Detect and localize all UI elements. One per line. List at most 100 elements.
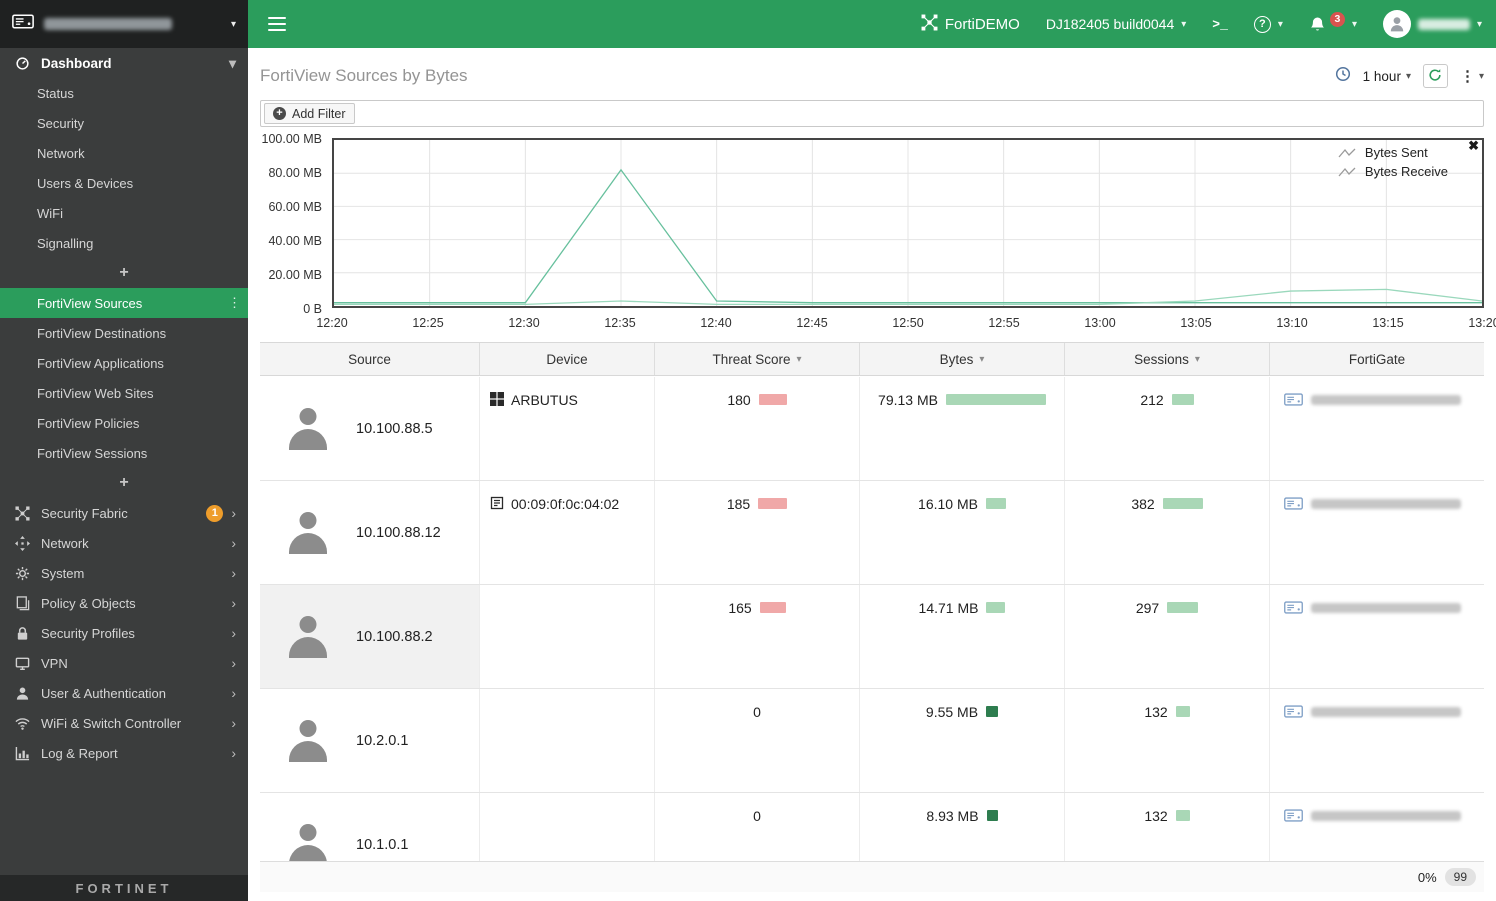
caret-down-icon: ▾ — [228, 55, 236, 71]
sidebar-item-fortiview-sources[interactable]: FortiView Sources ⋮ — [0, 288, 248, 318]
column-header-sessions[interactable]: Sessions ▾ — [1065, 343, 1270, 375]
sidebar-item-dashboard[interactable]: Dashboard ▾ — [0, 48, 248, 78]
add-filter-button[interactable]: + Add Filter — [264, 103, 355, 124]
x-tick-label: 13:10 — [1276, 316, 1308, 330]
device-name-redacted — [44, 18, 172, 30]
bar-chart-icon — [15, 746, 31, 761]
cli-icon: >_ — [1212, 16, 1228, 32]
source-cell: 10.100.88.5 — [260, 377, 480, 480]
sidebar-item-signalling[interactable]: Signalling — [0, 228, 248, 258]
table-body: 10.100.88.5 ARBUTUS 180 79.13 MB 212 10.… — [260, 377, 1484, 861]
sidebar-nav: Dashboard ▾ Status Security Network User… — [0, 48, 248, 875]
sidebar-item-wifi-switch-controller[interactable]: WiFi & Switch Controller › — [0, 708, 248, 738]
sidebar-item-user-authentication[interactable]: User & Authentication › — [0, 678, 248, 708]
filter-bar[interactable]: + Add Filter — [260, 100, 1484, 127]
refresh-icon — [1428, 68, 1442, 85]
sidebar-item-policy-objects[interactable]: Policy & Objects › — [0, 588, 248, 618]
topbar-actions: FortiDEMO DJ182405 build0044 ▾ >_ ? ▾ 3 … — [921, 10, 1482, 38]
build-dropdown[interactable]: DJ182405 build0044 ▾ — [1046, 16, 1186, 32]
column-header-threat-score[interactable]: Threat Score ▾ — [655, 343, 860, 375]
traffic-chart: 100.00 MB 80.00 MB 60.00 MB 40.00 MB 20.00 M… — [260, 132, 1496, 338]
x-tick-label: 13:00 — [1084, 316, 1116, 330]
sidebar-item-system[interactable]: System › — [0, 558, 248, 588]
user-menu[interactable]: ▾ — [1382, 10, 1482, 38]
device-name: ARBUTUS — [511, 392, 578, 408]
time-range-dropdown[interactable]: 1 hour ▾ — [1363, 69, 1411, 84]
y-tick-label: 20.00 MB — [268, 268, 322, 282]
x-tick-label: 13:05 — [1180, 316, 1212, 330]
panel-header: FortiView Sources by Bytes 1 hour ▾ ⋮ ▾ — [260, 58, 1484, 94]
sessions-cell: 132 — [1065, 793, 1270, 861]
sidebar-item-status[interactable]: Status — [0, 78, 248, 108]
sidebar-item-fortiview-sessions[interactable]: FortiView Sessions — [0, 438, 248, 468]
chevron-right-icon: › — [231, 535, 236, 551]
bytes-bar — [945, 394, 1046, 405]
device-cell — [480, 793, 655, 861]
source-cell: 10.2.0.1 — [260, 689, 480, 792]
sidebar-item-fortiview-applications[interactable]: FortiView Applications — [0, 348, 248, 378]
kebab-icon: ⋮ — [1459, 68, 1475, 85]
sessions-cell: 382 — [1065, 481, 1270, 584]
sidebar-item-fortiview-destinations[interactable]: FortiView Destinations — [0, 318, 248, 348]
chevron-right-icon: › — [231, 595, 236, 611]
column-header-device: Device — [480, 343, 655, 375]
table-row[interactable]: 10.100.88.5 ARBUTUS 180 79.13 MB 212 — [260, 377, 1484, 481]
table-row[interactable]: 10.100.88.2 165 14.71 MB 297 — [260, 585, 1484, 689]
policy-pages-icon — [15, 595, 31, 611]
refresh-button[interactable] — [1422, 64, 1448, 88]
sidebar-item-fortiview-policies[interactable]: FortiView Policies — [0, 408, 248, 438]
caret-down-icon: ▾ — [1277, 18, 1283, 30]
sidebar-item-security-fabric[interactable]: Security Fabric 1 › — [0, 498, 248, 528]
more-options-dropdown[interactable]: ⋮ ▾ — [1460, 67, 1484, 85]
source-ip: 10.100.88.5 — [356, 420, 433, 437]
sidebar-item-users-devices[interactable]: Users & Devices — [0, 168, 248, 198]
line-series-icon — [1338, 148, 1356, 157]
x-tick-label: 12:25 — [412, 316, 444, 330]
monitor-icon — [15, 656, 31, 671]
table-row[interactable]: 10.1.0.1 0 8.93 MB 132 — [260, 793, 1484, 861]
chevron-right-icon: › — [231, 625, 236, 641]
caret-down-icon: ▾ — [1478, 70, 1484, 82]
y-tick-label: 60.00 MB — [268, 200, 322, 214]
chevron-right-icon: › — [231, 745, 236, 761]
sidebar-item-network-dash[interactable]: Network — [0, 138, 248, 168]
device-selector[interactable]: ▾ — [0, 0, 248, 48]
close-chart-icon[interactable]: ✖ — [1468, 139, 1479, 152]
sidebar-item-vpn[interactable]: VPN › — [0, 648, 248, 678]
add-dashboard-button[interactable]: + — [0, 258, 248, 288]
column-header-bytes[interactable]: Bytes ▾ — [860, 343, 1065, 375]
bytes-bar — [985, 498, 1006, 509]
fortigate-icon — [1284, 393, 1303, 411]
fortidemo-link[interactable]: FortiDEMO — [921, 14, 1020, 35]
notifications-dropdown[interactable]: 3 ▾ — [1309, 11, 1357, 33]
threat-bar — [758, 498, 788, 509]
column-header-fortigate: FortiGate — [1348, 351, 1406, 367]
help-dropdown[interactable]: ? ▾ — [1253, 15, 1283, 33]
sidebar-item-security[interactable]: Security — [0, 108, 248, 138]
sidebar-item-security-profiles[interactable]: Security Profiles › — [0, 618, 248, 648]
sidebar-item-fortiview-web-sites[interactable]: FortiView Web Sites — [0, 378, 248, 408]
chart-canvas — [334, 140, 1482, 306]
cli-console-button[interactable]: >_ — [1212, 17, 1228, 32]
kebab-icon[interactable]: ⋮ — [228, 295, 241, 311]
threat-score-cell: 185 — [655, 481, 860, 584]
avatar — [1382, 10, 1411, 38]
notification-count-badge: 3 — [1329, 11, 1345, 27]
fortigate-device-icon — [12, 14, 34, 34]
table-row[interactable]: 10.2.0.1 0 9.55 MB 132 — [260, 689, 1484, 793]
add-fortiview-button[interactable]: + — [0, 468, 248, 498]
column-header-source: Source — [260, 343, 480, 375]
sidebar-item-network[interactable]: Network › — [0, 528, 248, 558]
bytes-bar — [986, 602, 1006, 613]
menu-toggle-button[interactable] — [268, 16, 286, 32]
sidebar-item-log-report[interactable]: Log & Report › — [0, 738, 248, 768]
bytes-bar — [986, 810, 998, 821]
fortigate-cell — [1270, 585, 1484, 688]
chevron-right-icon: › — [231, 505, 236, 521]
table-row[interactable]: 10.100.88.12 00:09:0f:0c:04:02 185 16.10… — [260, 481, 1484, 585]
sidebar-item-wifi-dash[interactable]: WiFi — [0, 198, 248, 228]
threat-bar — [758, 394, 787, 405]
fortigate-cell — [1270, 481, 1484, 584]
sessions-bar — [1167, 602, 1199, 613]
plus-icon: + — [119, 474, 129, 491]
